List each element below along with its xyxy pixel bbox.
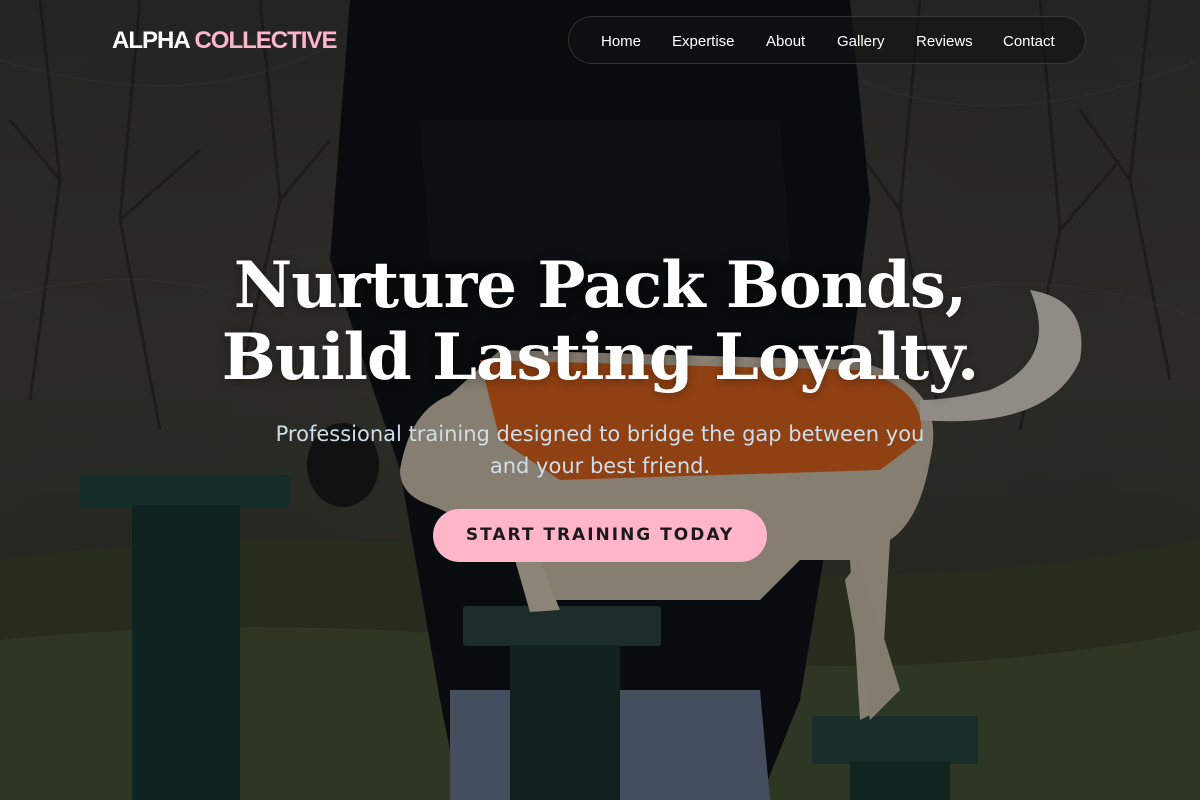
hero-subtitle: Professional training designed to bridge… [275,422,925,478]
brand-name-part2: COLLECTIVE [194,27,337,54]
main-nav: Home Expertise About Gallery Reviews Con… [568,16,1086,64]
nav-item-contact[interactable]: Contact [1003,33,1055,51]
brand-logo[interactable]: ALPHA COLLECTIVE [112,27,337,55]
hero-headline: Nurture Pack Bonds, Build Lasting Loyalt… [0,250,1200,394]
hero-section: ALPHA COLLECTIVE Home Expertise About Ga… [0,0,1200,800]
nav-item-about[interactable]: About [766,33,805,51]
hero-headline-line2: Build Lasting Loyalty. [221,320,980,395]
start-training-button[interactable]: START TRAINING TODAY [433,509,767,562]
site-header: ALPHA COLLECTIVE Home Expertise About Ga… [0,0,1200,84]
nav-item-home[interactable]: Home [601,33,641,51]
nav-item-gallery[interactable]: Gallery [837,33,885,51]
hero-headline-line1: Nurture Pack Bonds, [233,248,967,323]
hero-dark-overlay [0,0,1200,800]
brand-name-part1: ALPHA [112,27,190,54]
nav-item-expertise[interactable]: Expertise [672,33,735,51]
nav-item-reviews[interactable]: Reviews [916,33,973,51]
